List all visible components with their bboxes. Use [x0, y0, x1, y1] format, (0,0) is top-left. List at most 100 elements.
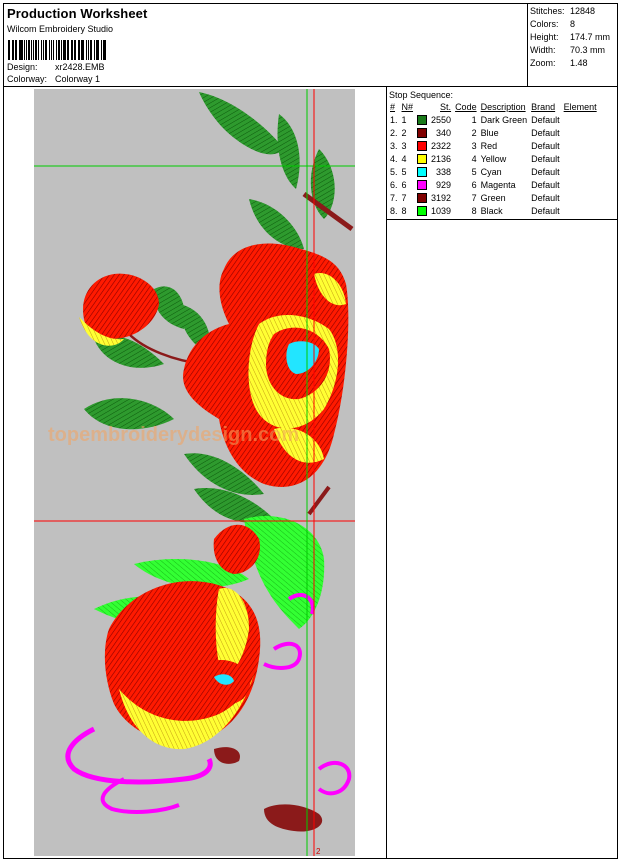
stat-width: Width: 70.3 mm: [530, 45, 606, 55]
stop-row: 2. 2 340 2 Blue Default: [388, 126, 599, 139]
color-code: 8: [471, 205, 477, 216]
stop-number: 3.: [390, 140, 398, 151]
stat-colors: Colors: 8: [530, 19, 576, 29]
embroidery-design: topembroiderydesign.com 2: [34, 89, 355, 856]
barcode-bar: [35, 40, 37, 60]
stop-row: 1. 1 2550 1 Dark Green Default: [388, 113, 599, 126]
swirl-bottom-right: [317, 760, 352, 796]
element-name: [562, 113, 599, 126]
barcode-bar: [15, 40, 17, 60]
col-code: Code: [455, 102, 477, 112]
barcode-bar: [23, 40, 25, 60]
element-name: [562, 126, 599, 139]
needle-number: 7: [401, 192, 407, 203]
stitch-count: 340: [436, 127, 452, 138]
bud-petals: [83, 273, 159, 339]
barcode-bar: [49, 40, 50, 60]
thread-brand: Default: [531, 127, 560, 138]
stop-number: 1.: [390, 114, 398, 125]
barcode-bar: [57, 40, 60, 60]
color-swatch-cell: [415, 113, 429, 126]
stop-row: 4. 4 2136 4 Yellow Default: [388, 152, 599, 165]
stop-row: 5. 5 338 5 Cyan Default: [388, 165, 599, 178]
element-name: [562, 191, 599, 204]
needle-number: 8: [401, 205, 407, 216]
color-code: 3: [471, 140, 477, 151]
design-row: Design: xr2428.EMB: [7, 62, 105, 72]
color-swatch: [417, 179, 428, 190]
barcode-bar: [95, 40, 97, 60]
barcode-bar: [11, 40, 13, 60]
thread-brand: Default: [531, 179, 560, 190]
stat-stitches: Stitches: 12848: [530, 6, 596, 16]
stop-number: 7.: [390, 192, 398, 203]
stat-zoom: Zoom: 1.48: [530, 58, 588, 68]
worksheet-title: Production Worksheet: [7, 6, 148, 21]
color-code: 1: [471, 114, 477, 125]
barcode-bar: [97, 40, 99, 60]
stop-row: 3. 3 2322 3 Red Default: [388, 139, 599, 152]
stitch-count: 2550: [431, 114, 452, 125]
barcode-image: [8, 40, 108, 60]
thread-brand: Default: [531, 153, 560, 164]
color-swatch: [417, 166, 428, 177]
col-stop: #: [390, 102, 396, 112]
col-description: Description: [480, 102, 526, 112]
software-name: Wilcom Embroidery Studio: [7, 24, 114, 34]
barcode-bar: [68, 40, 70, 60]
color-swatch-cell: [415, 139, 429, 152]
stats-panel: Stitches: 12848 Colors: 8 Height: 174.7 mm …: [527, 4, 617, 87]
leaf-mid: [249, 199, 304, 249]
barcode-bar: [71, 40, 73, 60]
barcode-bar: [8, 40, 10, 60]
stop-number: 5.: [390, 166, 398, 177]
bottom-stitches: [264, 804, 323, 832]
color-description: Red: [480, 140, 498, 151]
barcode-bar: [13, 40, 15, 60]
barcode-bar: [18, 40, 20, 60]
barcode-bar: [44, 40, 48, 60]
page-marker: 2: [316, 847, 321, 856]
element-name: [562, 204, 599, 217]
stop-sequence-title: Stop Sequence:: [389, 90, 454, 100]
stop-table-header: # N# St. Code Description Brand Element: [388, 101, 599, 113]
color-swatch: [417, 153, 428, 164]
element-name: [562, 139, 599, 152]
barcode-bar: [89, 40, 92, 60]
barcode-bar: [30, 40, 32, 60]
barcode-bar: [73, 40, 75, 60]
color-description: Dark Green: [480, 114, 528, 125]
color-swatch-cell: [415, 126, 429, 139]
barcode-bar: [41, 40, 43, 60]
element-name: [562, 152, 599, 165]
color-description: Yellow: [480, 153, 507, 164]
stitch-count: 2136: [431, 153, 452, 164]
needle-number: 5: [401, 166, 407, 177]
stem-lower: [307, 485, 331, 516]
stop-sequence-table: # N# St. Code Description Brand Element …: [388, 101, 599, 217]
barcode-bar: [33, 40, 35, 60]
color-swatch-cell: [415, 152, 429, 165]
color-description: Cyan: [480, 166, 502, 177]
stop-row: 8. 8 1039 8 Black Default: [388, 204, 599, 217]
swirl-right: [263, 641, 302, 670]
color-swatch-cell: [415, 191, 429, 204]
barcode-bar: [56, 40, 57, 60]
design-canvas: topembroiderydesign.com 2: [34, 89, 355, 856]
color-code: 6: [471, 179, 477, 190]
barcode-bar: [104, 40, 106, 60]
col-stitches: St.: [440, 102, 452, 112]
color-description: Green: [480, 192, 506, 203]
production-worksheet: Production Worksheet Wilcom Embroidery S…: [3, 3, 618, 859]
barcode-bar: [78, 40, 80, 60]
barcode-bar: [82, 40, 84, 60]
barcode-bar: [85, 40, 87, 60]
col-brand: Brand: [531, 102, 556, 112]
stitch-count: 2322: [431, 140, 452, 151]
stitch-count: 929: [436, 179, 452, 190]
stitch-count: 1039: [431, 205, 452, 216]
element-name: [562, 165, 599, 178]
colorway-label: Colorway:: [7, 74, 48, 84]
design-label: Design:: [7, 62, 38, 72]
color-description: Black: [480, 205, 503, 216]
